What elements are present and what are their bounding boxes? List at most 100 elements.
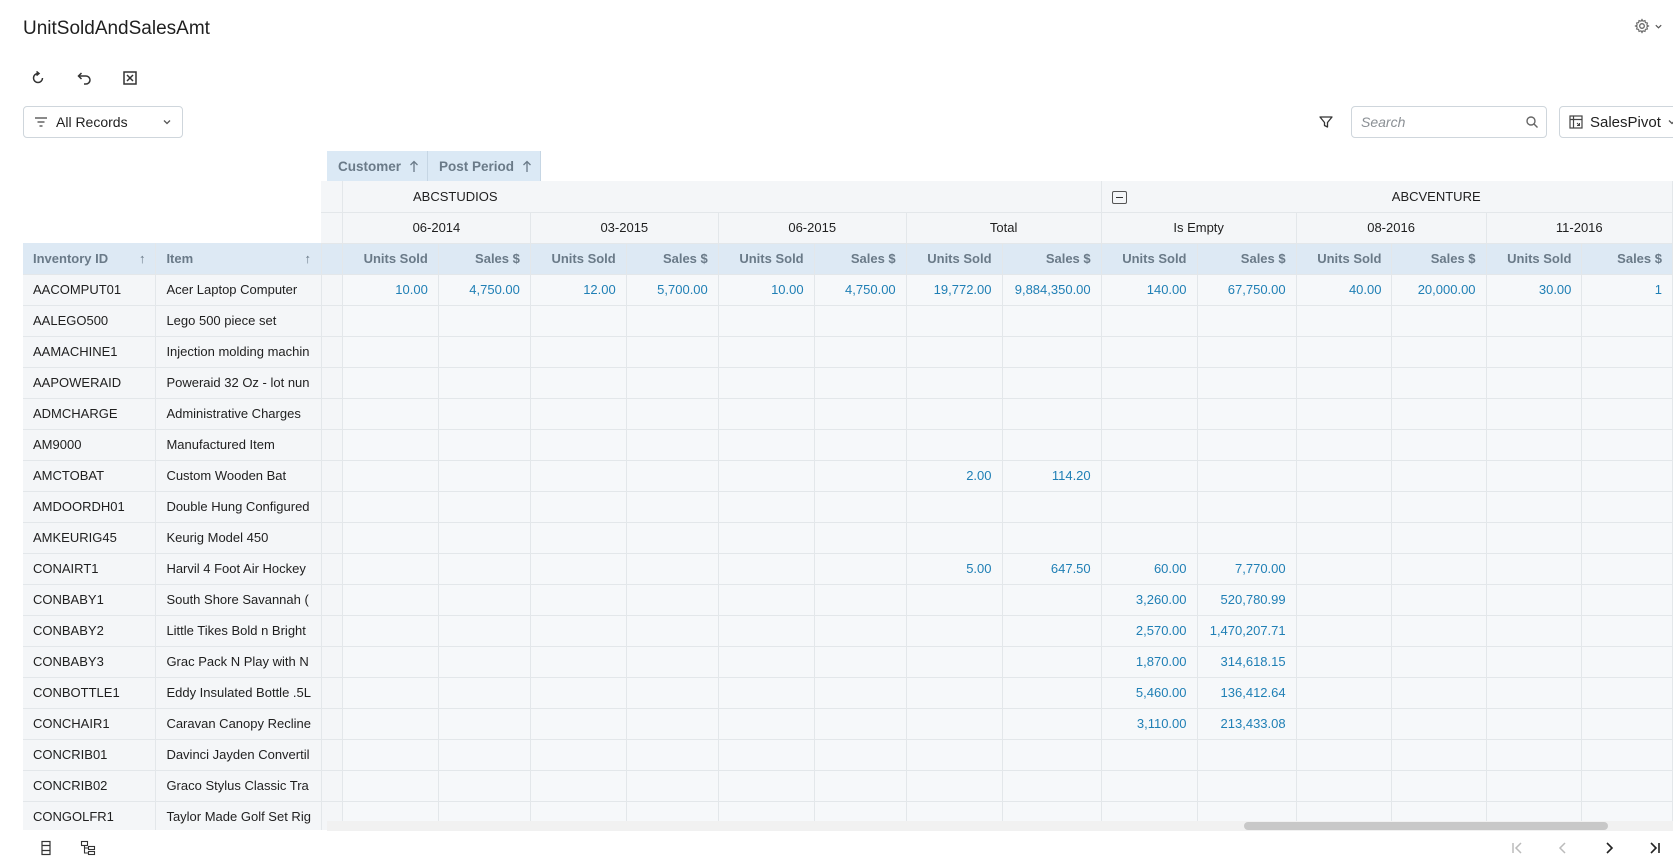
sort-asc-icon[interactable]: ↑ [139, 251, 146, 266]
value-cell[interactable] [814, 367, 907, 399]
value-cell[interactable] [1486, 739, 1583, 771]
table-row[interactable]: CONBABY2 Little Tikes Bold n Bright 2,570.… [23, 615, 1673, 647]
value-cell[interactable] [1391, 584, 1487, 616]
value-cell[interactable] [1486, 708, 1583, 740]
value-cell[interactable] [1486, 646, 1583, 678]
value-cell[interactable] [1197, 739, 1297, 771]
table-row[interactable]: AALEGO500 Lego 500 piece set [23, 305, 1673, 337]
value-cell[interactable] [906, 677, 1003, 709]
table-row[interactable]: AMCTOBAT Custom Wooden Bat 2.00 114.20 [23, 460, 1673, 492]
table-row[interactable]: CONCRIB02 Graco Stylus Classic Tra [23, 770, 1673, 802]
sort-asc-icon[interactable] [522, 160, 532, 173]
measure-header-sales[interactable]: Sales $ [626, 243, 719, 275]
value-cell[interactable] [342, 584, 439, 616]
item-cell[interactable]: Poweraid 32 Oz - lot nun [155, 367, 322, 399]
item-cell[interactable]: Taylor Made Golf Set Rig [155, 801, 322, 830]
value-cell[interactable] [718, 367, 815, 399]
sort-asc-icon[interactable]: ↑ [304, 251, 311, 266]
item-cell[interactable]: Acer Laptop Computer [155, 274, 322, 306]
value-cell[interactable] [718, 677, 815, 709]
value-cell[interactable] [1486, 367, 1583, 399]
value-cell[interactable] [1391, 646, 1487, 678]
value-cell[interactable] [1101, 336, 1198, 368]
value-cell[interactable] [438, 708, 531, 740]
value-cell[interactable] [1391, 677, 1487, 709]
value-cell[interactable] [1581, 336, 1673, 368]
value-cell[interactable] [814, 708, 907, 740]
value-cell[interactable] [342, 398, 439, 430]
table-row[interactable]: CONBOTTLE1 Eddy Insulated Bottle .5L 5,460… [23, 677, 1673, 709]
value-cell[interactable]: 114.20 [1002, 460, 1102, 492]
value-cell[interactable] [530, 553, 627, 585]
value-cell[interactable]: 314,618.15 [1197, 646, 1297, 678]
value-cell[interactable] [906, 491, 1003, 523]
row-height-button[interactable] [36, 838, 56, 858]
measure-header-sales[interactable]: Sales $ [1197, 243, 1297, 275]
value-cell[interactable] [1581, 398, 1673, 430]
value-cell[interactable] [1581, 708, 1673, 740]
next-page-button[interactable] [1599, 838, 1619, 858]
value-cell[interactable] [530, 708, 627, 740]
value-cell[interactable] [1581, 584, 1673, 616]
value-cell[interactable] [1391, 491, 1487, 523]
table-row[interactable]: CONCHAIR1 Caravan Canopy Recline 3,110.00 2… [23, 708, 1673, 740]
item-cell[interactable]: Injection molding machin [155, 336, 322, 368]
value-cell[interactable] [530, 491, 627, 523]
value-cell[interactable] [1486, 615, 1583, 647]
value-cell[interactable] [718, 491, 815, 523]
value-cell[interactable] [1581, 429, 1673, 461]
value-cell[interactable] [1391, 615, 1487, 647]
value-cell[interactable] [626, 615, 719, 647]
collapse-group-icon[interactable] [1111, 190, 1127, 204]
value-cell[interactable] [1486, 336, 1583, 368]
value-cell[interactable]: 520,780.99 [1197, 584, 1297, 616]
value-cell[interactable] [1296, 584, 1393, 616]
measure-header-units-sold[interactable]: Units Sold [1296, 243, 1393, 275]
value-cell[interactable] [814, 305, 907, 337]
value-cell[interactable] [906, 336, 1003, 368]
value-cell[interactable] [1002, 770, 1102, 802]
item-cell[interactable]: Lego 500 piece set [155, 305, 322, 337]
measure-header-units-sold[interactable]: Units Sold [342, 243, 439, 275]
value-cell[interactable] [1101, 305, 1198, 337]
value-cell[interactable] [1296, 677, 1393, 709]
item-cell[interactable]: Eddy Insulated Bottle .5L [155, 677, 322, 709]
value-cell[interactable] [814, 553, 907, 585]
value-cell[interactable] [626, 584, 719, 616]
value-cell[interactable]: 647.50 [1002, 553, 1102, 585]
export-excel-button[interactable] [118, 66, 142, 90]
value-cell[interactable] [1002, 336, 1102, 368]
value-cell[interactable] [1486, 429, 1583, 461]
inventory-id-cell[interactable]: AM9000 [23, 429, 157, 461]
value-cell[interactable]: 5,460.00 [1101, 677, 1198, 709]
value-cell[interactable] [1296, 646, 1393, 678]
value-cell[interactable]: 30.00 [1486, 274, 1583, 306]
inventory-id-cell[interactable]: AALEGO500 [23, 305, 157, 337]
value-cell[interactable] [906, 398, 1003, 430]
value-cell[interactable]: 4,750.00 [438, 274, 531, 306]
value-cell[interactable] [1391, 770, 1487, 802]
value-cell[interactable] [342, 429, 439, 461]
value-cell[interactable] [1486, 305, 1583, 337]
value-cell[interactable] [626, 367, 719, 399]
value-cell[interactable] [1296, 522, 1393, 554]
field-chip-customer[interactable]: Customer [327, 151, 429, 181]
value-cell[interactable] [718, 398, 815, 430]
inventory-id-cell[interactable]: CONBOTTLE1 [23, 677, 157, 709]
value-cell[interactable]: 20,000.00 [1391, 274, 1487, 306]
inventory-id-cell[interactable]: AMDOORDH01 [23, 491, 157, 523]
value-cell[interactable] [342, 336, 439, 368]
value-cell[interactable] [718, 429, 815, 461]
value-cell[interactable] [1486, 398, 1583, 430]
item-cell[interactable]: Double Hung Configured [155, 491, 322, 523]
value-cell[interactable] [1296, 615, 1393, 647]
value-cell[interactable] [906, 584, 1003, 616]
value-cell[interactable] [1197, 429, 1297, 461]
value-cell[interactable] [438, 305, 531, 337]
measure-header-units-sold[interactable]: Units Sold [718, 243, 815, 275]
value-cell[interactable] [1581, 739, 1673, 771]
value-cell[interactable] [814, 522, 907, 554]
item-cell[interactable]: Caravan Canopy Recline [155, 708, 322, 740]
scrollbar-thumb[interactable] [1244, 822, 1608, 830]
value-cell[interactable] [1296, 553, 1393, 585]
